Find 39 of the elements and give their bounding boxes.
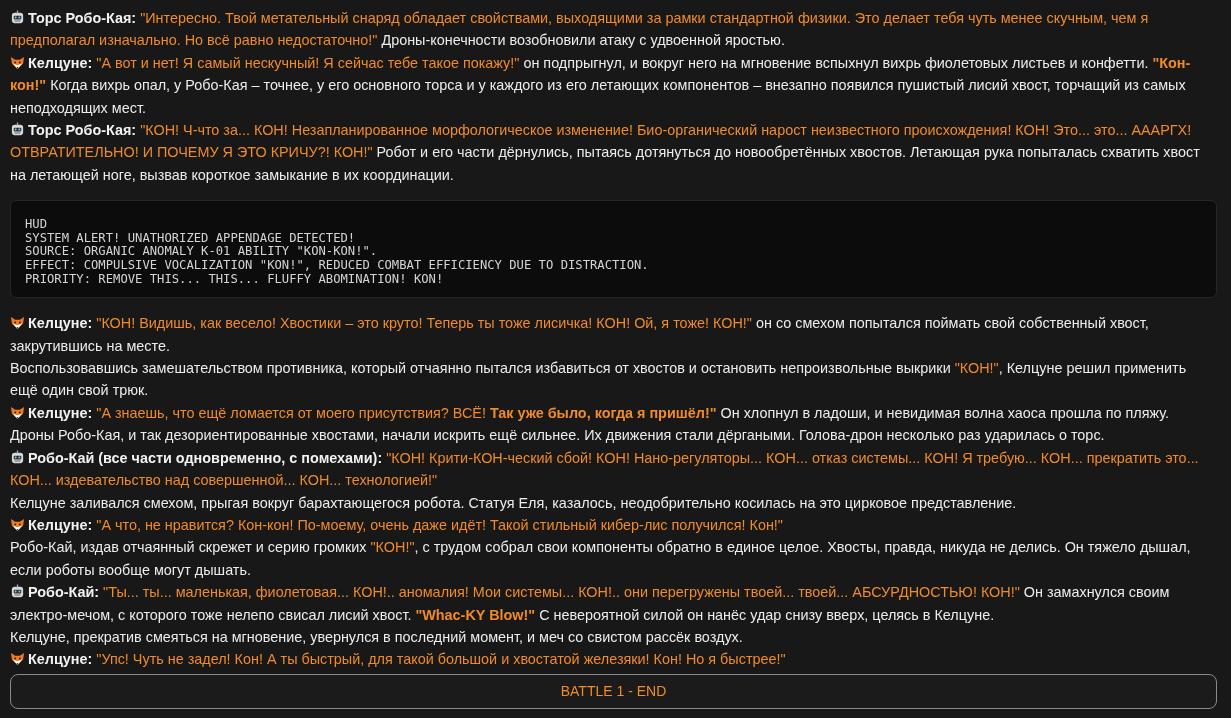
hud-line: SOURCE: ORGANIC ANOMALY K-01 ABILITY "KON-KON!".	[25, 245, 378, 260]
hud-line: EFFECT: COMPULSIVE VOCALIZATION "KON!", REDUCED COMBAT EFFICIENCY DUE TO DISTRACTION.	[25, 259, 649, 273]
narration-line: Келцуне заливался смехом, прыгая вокруг барахтающегося робота. Статуя Еля, казалось, неодобрительно косилась на это цирковое представление.	[10, 494, 1017, 511]
narration-line: если роботы вообще могут дышать.	[10, 561, 251, 578]
fox-face-icon	[10, 516, 25, 532]
narration-line: Робо-Кай, издав отчаянный скрежет и серию громких "КОН!", с трудом собрал свои компоненты обратно в единое целое. Хвосты, правда, никуда не делись. Он тяжело дышал,	[10, 539, 1191, 556]
robot-head-icon	[10, 10, 25, 25]
dialogue-line: Торс Робо-Кая: "Интересно. Твой метательный снаряд обладает свойствами, выходящими за рамки стандартной физики. Это делает тебя чуть менее скучным, чем я	[28, 10, 1149, 26]
end-battle-button[interactable]: BATTLE 1 - END	[10, 673, 1217, 709]
dialogue-line: Келцуне: "А вот и нет! Я самый нескучный! Я сейчас тебе такое покажу!" он подпрыгнул, и вокруг него на мгновение вспыхнул вихрь фиолетовых листьев и конфетти. "Кон-	[28, 54, 1191, 71]
robot-head-icon	[10, 122, 25, 138]
dialogue-line: Келцуне: "КОН! Видишь, как весело! Хвостики – это круто! Теперь ты тоже лисичка! КОН! Ой, я тоже! КОН!" он со смехом попытался поймать свой собственный хвост,	[28, 315, 1149, 332]
hud-line: SYSTEM ALERT! UNATHORIZED APPENDAGE DETECTED!	[25, 231, 356, 246]
dialogue-line: предполагал изначально. Но всё равно недостаточно!" Дроны-конечности возобновили атаку с удвоенной яростью.	[10, 32, 785, 49]
hud-line: PRIORITY: REMOVE THIS... THIS... FLUFFY ABOMINATION! KON!	[25, 272, 444, 287]
dialogue-line: ОТВРАТИТЕЛЬНО! И ПОЧЕМУ Я ЭТО КРИЧУ?! КОН!" Робот и его части дёрнулись, пытаясь дотянуться до новообретённых хвостов. Летающая рука попыталась схватить хвост	[10, 144, 1200, 161]
hud-line: HUD	[25, 218, 47, 232]
dialogue-line: закрутившись на месте.	[10, 337, 170, 354]
dialogue-line: электро-мечом, с которого тоже нелепо свисал лисий хвост. "Whac-KY Blow!" С невероятной силой он нанёс удар снизу вверх, целясь в Келцуне.	[10, 606, 995, 623]
dialogue-line: Робо-Кай: "Ты... ты... маленькая, фиолетовая... КОН!.. аномалия! Мои системы... КОН!.. они перегружены твоей... твоей... АБСУРДНОСТЬЮ! КОН!" Он замахнулся своим	[28, 584, 1170, 601]
fox-face-icon	[10, 54, 25, 70]
fox-face-icon	[10, 651, 25, 667]
dialogue-line: Келцуне: "А знаешь, что ещё ломается от моего присутствия? ВСЁ! Так уже было, когда я пришёл!" Он хлопнул в ладоши, и невидимая волна хаоса прошла по пляжу.	[28, 404, 1170, 421]
fox-face-icon	[10, 404, 25, 420]
dialogue-line: Келцуне: "Упс! Чуть не задел! Кон! А ты быстрый, для такой большой и хвостатой железяки! Кон! Но я быстрее!"	[28, 651, 786, 668]
narration-line: ещё один свой трюк.	[10, 382, 149, 399]
robot-head-icon	[10, 584, 25, 600]
dialogue-line: Келцуне: "А что, не нравится? Кон-кон! По-моему, очень даже идёт! Такой стильный кибер-лис получился! Кон!"	[28, 516, 783, 533]
narration-line: Дроны Робо-Кая, и так дезориентированные хвостами, начали искрить ещё сильнее. Их движения стали дёргаными. Голова-дрон несколько раз ударилась о торс.	[10, 427, 1105, 444]
dialogue-line: Робо-Кай (все части одновременно, с помехами): "КОН! Крити-КОН-ческий сбой! КОН! Нано-регуляторы... КОН... отказ системы... КОН! Я требую... КОН... прекратить это...	[28, 449, 1199, 466]
dialogue-line: кон!" Когда вихрь опал, у Робо-Кая – точнее, у его основного торса и у каждого из его летающих компонентов – внезапно появился пушистый лисий хвост, торчащий из самых	[10, 77, 1186, 94]
robot-head-icon	[10, 449, 25, 465]
dialogue-line: неподходящих мест.	[10, 99, 146, 116]
dialogue-line: на летающей ноге, вызвав короткое замыкание в их координации.	[10, 166, 454, 183]
fox-face-icon	[10, 315, 25, 331]
dialogue-line: Торс Робо-Кая: "КОН! Ч-что за... КОН! Незапланированное морфологическое изменение! Био-органический нарост неизвестного происхождения! КОН! Это... это... АААРГХ!	[28, 122, 1192, 139]
dialogue-line: КОН... издевательство над совершенной... КОН... технологией!"	[10, 472, 438, 489]
narration-line: Келцуне, прекратив смеяться на мгновение, увернулся в последний момент, и меч со свистом рассёк воздух.	[10, 628, 743, 645]
narration-line: Воспользовавшись замешательством противника, который отчаянно пытался избавиться от хвостов и остановить непроизвольные выкрики "КОН!", Келцуне решил применить	[10, 360, 1187, 377]
